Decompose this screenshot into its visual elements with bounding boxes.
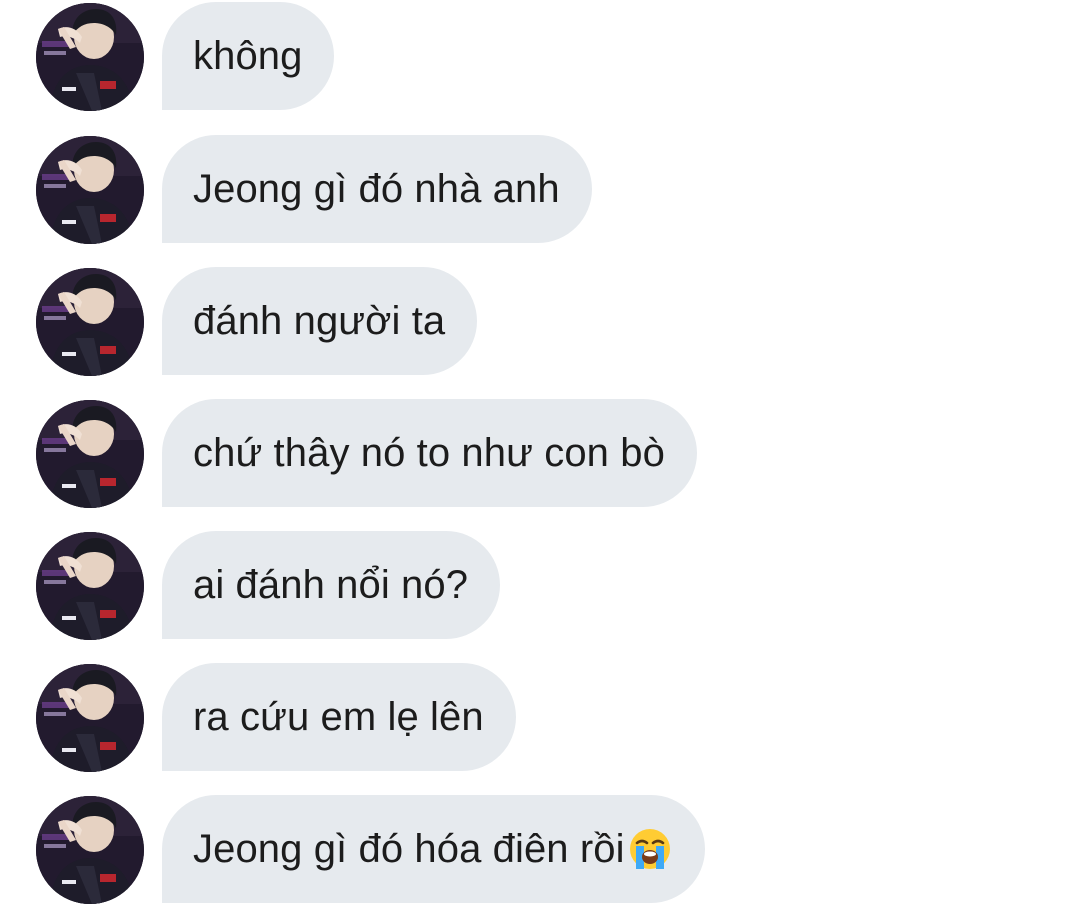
message-text: không [193,34,303,78]
message-text: ra cứu em lẹ lên [193,695,484,739]
profile-avatar-icon [36,3,144,111]
message-row: chứ thây nó to như con bò [36,399,1036,508]
avatar[interactable] [36,136,144,244]
message-text: chứ thây nó to như con bò [193,431,665,475]
avatar[interactable] [36,664,144,772]
message-text: đánh người ta [193,299,446,343]
profile-avatar-icon [36,664,144,772]
profile-avatar-icon [36,136,144,244]
message-text: ai đánh nổi nó? [193,563,469,607]
message-bubble[interactable]: ra cứu em lẹ lên [162,663,516,771]
message-row: Jeong gì đó hóa điên rồi [36,795,1036,904]
message-bubble[interactable]: chứ thây nó to như con bò [162,399,697,507]
message-bubble[interactable]: đánh người ta [162,267,478,375]
profile-avatar-icon [36,796,144,904]
avatar[interactable] [36,400,144,508]
message-row: ra cứu em lẹ lên [36,663,1036,772]
profile-avatar-icon [36,532,144,640]
message-bubble[interactable]: Jeong gì đó hóa điên rồi [162,795,705,903]
message-bubble[interactable]: không [162,2,335,110]
message-list: không Jeong gì đó nhà anh đánh người ta … [0,0,1080,918]
message-text: Jeong gì đó hóa điên rồi [193,827,625,871]
message-bubble[interactable]: ai đánh nổi nó? [162,531,501,639]
message-row: đánh người ta [36,267,1036,376]
loudly-crying-face-icon [627,826,673,872]
message-row: không [36,2,1036,111]
avatar[interactable] [36,532,144,640]
message-text: Jeong gì đó nhà anh [193,167,560,211]
message-bubble[interactable]: Jeong gì đó nhà anh [162,135,592,243]
avatar[interactable] [36,3,144,111]
message-row: ai đánh nổi nó? [36,531,1036,640]
message-row: Jeong gì đó nhà anh [36,135,1036,244]
avatar[interactable] [36,796,144,904]
profile-avatar-icon [36,268,144,376]
avatar[interactable] [36,268,144,376]
profile-avatar-icon [36,400,144,508]
